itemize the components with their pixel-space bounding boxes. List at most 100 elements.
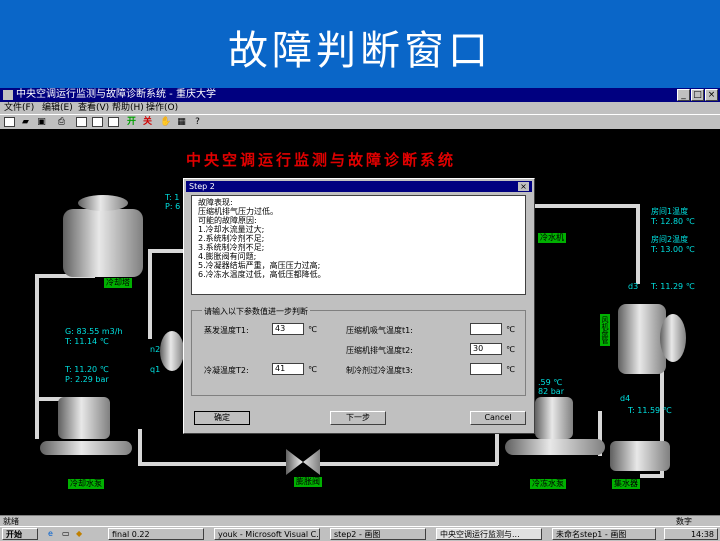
pipe xyxy=(138,429,142,464)
discharge-temp-unit: ℃ xyxy=(506,345,515,354)
diagnosis-line: 可能的故障原因: xyxy=(198,216,257,225)
pipe xyxy=(148,249,152,339)
menubar: 文件(F) 编辑(E) 查看(V) 帮助(H) 操作(O) xyxy=(0,102,720,114)
cond-temp1-readout: T: 11.14 ℃ xyxy=(65,337,109,346)
dialog-titlebar[interactable]: Step 2 × xyxy=(186,181,532,192)
save-icon[interactable]: ▣ xyxy=(36,117,47,127)
suction-temp-input[interactable] xyxy=(470,323,502,335)
menu-operate[interactable]: 操作(O) xyxy=(146,102,178,114)
evap-temp-input[interactable]: 43 xyxy=(272,323,304,335)
print-icon[interactable]: ⎙ xyxy=(56,117,67,127)
subcool-temp-unit: ℃ xyxy=(506,365,515,374)
cond-temp-label: 冷凝温度T2: xyxy=(204,366,249,375)
toolbar: ▰ ▣ ⎙ 开 关 ✋ ▦ ? xyxy=(0,114,720,130)
discharge-temp-input[interactable]: 30 xyxy=(470,343,502,355)
cond-temp-input[interactable]: 41 xyxy=(272,363,304,375)
pipe xyxy=(35,274,39,439)
paste-icon[interactable] xyxy=(108,117,119,127)
copy-icon[interactable] xyxy=(92,117,103,127)
window-titlebar[interactable]: 中央空调运行监测与故障诊断系统 - 重庆大学 _ □ × xyxy=(0,88,720,102)
d3-temp-readout: T: 11.29 ℃ xyxy=(651,282,695,291)
evap-temp-label: 蒸发温度T1: xyxy=(204,326,249,335)
evap-temp-unit: ℃ xyxy=(308,325,317,334)
subcool-temp-input[interactable] xyxy=(470,363,502,375)
start-button[interactable]: 开 xyxy=(126,117,137,127)
cut-icon[interactable] xyxy=(76,117,87,127)
pipe xyxy=(318,462,498,466)
cancel-button[interactable]: Cancel xyxy=(470,411,526,425)
chilled-pump-base xyxy=(505,439,605,455)
room1-label: 房间1温度 xyxy=(651,207,689,216)
slide-title: 故障判断窗口 xyxy=(228,28,492,74)
hand-icon[interactable]: ✋ xyxy=(160,117,171,127)
suction-temp-label: 压缩机吸气温度t1: xyxy=(346,326,413,335)
room1-temp-readout: T: 12.80 ℃ xyxy=(651,217,695,226)
close-button[interactable]: × xyxy=(705,89,718,101)
desktop-icon[interactable]: ▭ xyxy=(62,528,70,540)
cooling-pump-label: 冷却水泵 xyxy=(68,479,104,489)
pipe xyxy=(640,474,664,478)
window-controls: _ □ × xyxy=(677,89,718,101)
next-button[interactable]: 下一步 xyxy=(330,411,386,425)
diagnosis-text[interactable]: 故障表现: 压缩机排气压力过低。 可能的故障原因: 1.冷却水流量过大; 2.系… xyxy=(191,195,526,295)
minimize-button[interactable]: _ xyxy=(677,89,690,101)
cond-temp2-readout: T: 11.20 ℃ xyxy=(65,365,109,374)
dialog-title: Step 2 xyxy=(189,182,215,191)
pipe xyxy=(148,249,186,253)
cooling-pump[interactable] xyxy=(58,397,110,439)
compressor-end xyxy=(160,331,184,371)
diagnosis-line: 压缩机排气压力过低。 xyxy=(198,207,278,216)
chilled-pump-label: 冷冻水泵 xyxy=(530,479,566,489)
menu-view[interactable]: 查看(V) xyxy=(78,102,109,114)
ok-button[interactable]: 确定 xyxy=(194,411,250,425)
diagnosis-line: 1.冷却水流量过大; xyxy=(198,225,265,234)
taskbar-item-hvac[interactable]: 中央空调运行监测与... xyxy=(436,528,542,540)
taskbar-item-vc[interactable]: youk - Microsoft Visual C... xyxy=(214,528,320,540)
menu-help[interactable]: 帮助(H) xyxy=(112,102,144,114)
parameter-group: 请输入以下参数值进一步判断 蒸发温度T1: 43 ℃ 冷凝温度T2: 41 ℃ … xyxy=(191,306,526,396)
cooling-tower-label: 冷却塔 xyxy=(104,278,132,288)
diagnosis-line: 5.冷凝器结垢严重，高压压力过高; xyxy=(198,261,321,270)
expansion-valve-label: 膨胀阀 xyxy=(294,477,322,487)
water-divider[interactable] xyxy=(610,441,670,471)
d4-temp-readout: T: 11.59 ℃ xyxy=(628,406,672,415)
taskbar-item-step2[interactable]: step2 - 画图 xyxy=(330,528,426,540)
window-title: 中央空调运行监测与故障诊断系统 - 重庆大学 xyxy=(16,89,216,100)
subcool-temp-label: 制冷剂过冷温度t3: xyxy=(346,366,413,375)
step2-dialog: Step 2 × 故障表现: 压缩机排气压力过低。 可能的故障原因: 1.冷却水… xyxy=(183,178,535,434)
dialog-close-button[interactable]: × xyxy=(518,182,529,191)
outlook-icon[interactable]: ◆ xyxy=(76,528,82,540)
taskbar-item-final[interactable]: final 0.22 xyxy=(108,528,204,540)
cond-pressure-readout: P: 2.29 bar xyxy=(65,375,109,384)
menu-file[interactable]: 文件(F) xyxy=(4,102,34,114)
menu-edit[interactable]: 编辑(E) xyxy=(42,102,73,114)
app-icon xyxy=(3,90,13,100)
fan-coil-unit[interactable] xyxy=(618,304,666,374)
cond-flow-readout: G: 83.55 m3/h xyxy=(65,327,123,336)
maximize-button[interactable]: □ xyxy=(691,89,704,101)
fan-icon xyxy=(660,314,686,362)
chiller-label: 冷水机 xyxy=(538,233,566,243)
stop-button[interactable]: 关 xyxy=(142,117,153,127)
diagnosis-line: 3.系统制冷剂不足; xyxy=(198,243,265,252)
diagnosis-line: 4.膨胀阀有问题; xyxy=(198,252,257,261)
cond-temp-unit: ℃ xyxy=(308,365,317,374)
image-icon[interactable]: ▦ xyxy=(176,117,187,127)
open-icon[interactable]: ▰ xyxy=(20,117,31,127)
chilled-pump[interactable] xyxy=(535,397,573,439)
taskbar-item-step1[interactable]: 未命名step1 - 画图 xyxy=(552,528,656,540)
cooling-pump-base xyxy=(40,441,132,455)
cooling-tower[interactable] xyxy=(63,209,143,277)
taskbar: 开始 e ▭ ◆ final 0.22 youk - Microsoft Vis… xyxy=(0,526,720,541)
discharge-temp-label: 压缩机排气温度t2: xyxy=(346,346,413,355)
node-n2-label: n2 xyxy=(150,345,161,354)
expansion-valve-icon[interactable] xyxy=(286,449,320,475)
start-menu-button[interactable]: 开始 xyxy=(2,528,38,540)
help-icon[interactable]: ? xyxy=(192,117,203,127)
ie-icon[interactable]: e xyxy=(48,528,53,540)
pipe xyxy=(636,204,640,284)
tower-fan-icon xyxy=(78,195,128,211)
fan-coil-label: 风机盘管 xyxy=(600,314,610,346)
new-icon[interactable] xyxy=(4,117,15,127)
node-d4-label: d4 xyxy=(620,394,631,403)
